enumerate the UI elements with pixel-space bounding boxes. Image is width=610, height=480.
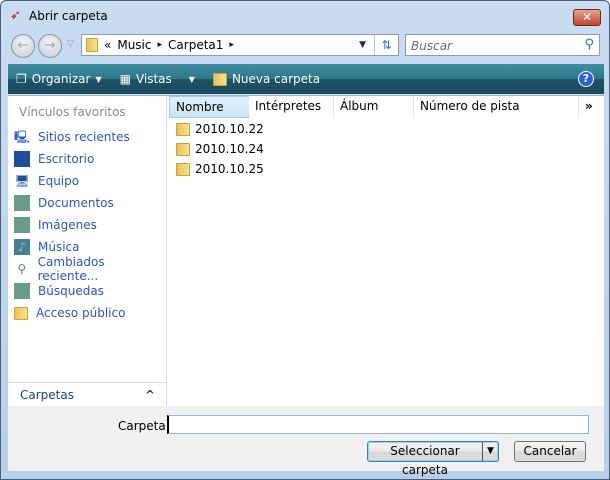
folder-label: Carpeta:	[118, 419, 170, 433]
new-folder-icon	[212, 72, 227, 86]
recently-changed-icon: ⚲	[17, 262, 27, 276]
refresh-icon[interactable]: ⇅	[374, 35, 398, 55]
sidebar-item-recently-changed[interactable]: ⚲ Cambiados reciente...	[14, 255, 166, 283]
sidebar-item-pictures[interactable]: Imágenes	[14, 215, 97, 235]
sidebar-item-desktop[interactable]: Escritorio	[14, 149, 94, 169]
desktop-icon	[14, 151, 30, 167]
recent-places-icon: 🖳	[14, 130, 31, 144]
sidebar-item-searches[interactable]: Búsquedas	[14, 281, 104, 301]
list-item[interactable]: 2010.10.22	[176, 119, 264, 139]
folder-input[interactable]	[167, 415, 589, 434]
search-icon[interactable]: ⚲	[584, 37, 594, 52]
sidebar-item-music[interactable]: ♪ Música	[14, 237, 80, 257]
file-list: Nombre Intérpretes Álbum Número de pista…	[168, 96, 604, 407]
recent-pages-dropdown[interactable]: ▽	[67, 39, 74, 49]
column-album[interactable]: Álbum	[334, 96, 414, 118]
toolbar: ❐ Organizar ▼ ▦ Vistas ▼ Nueva carpeta ?	[8, 64, 604, 94]
app-icon: ➶	[10, 8, 21, 23]
music-icon: ♪	[14, 239, 30, 255]
dialog-window: ➶ Abrir carpeta ✕ ← → ▽ « Music ▸ Carpet…	[0, 0, 610, 480]
folder-icon	[176, 122, 190, 136]
public-folder-icon	[14, 306, 28, 320]
views-icon: ▦	[119, 72, 131, 86]
list-item[interactable]: 2010.10.25	[176, 159, 264, 179]
column-track-number[interactable]: Número de pista	[414, 96, 579, 118]
cancel-button[interactable]: Cancelar	[514, 441, 586, 462]
chevron-up-icon: ^	[144, 388, 155, 402]
breadcrumb-separator[interactable]: ▸	[158, 40, 163, 50]
column-name[interactable]: Nombre	[169, 96, 250, 118]
window-title: Abrir carpeta	[29, 9, 108, 23]
close-button[interactable]: ✕	[573, 9, 601, 26]
more-columns-button[interactable]: »	[579, 96, 604, 118]
sidebar-item-computer[interactable]: 🖥 Equipo	[14, 171, 79, 191]
navigation-pane: Vínculos favoritos 🖳 Sitios recientes Esc…	[8, 96, 167, 407]
back-button[interactable]: ←	[11, 34, 35, 58]
breadcrumb-music[interactable]: Music	[117, 38, 151, 52]
column-artists[interactable]: Intérpretes	[249, 96, 334, 118]
sidebar-item-recent[interactable]: 🖳 Sitios recientes	[14, 127, 130, 147]
search-input[interactable]: Buscar ⚲	[405, 34, 600, 56]
sidebar-item-documents[interactable]: Documentos	[14, 193, 114, 213]
searches-icon	[14, 283, 30, 299]
computer-icon: 🖥	[14, 174, 30, 188]
breadcrumb-carpeta1[interactable]: Carpeta1	[168, 38, 223, 52]
folder-icon	[176, 162, 190, 176]
help-icon[interactable]: ?	[578, 71, 594, 87]
forward-button[interactable]: →	[38, 34, 62, 58]
breadcrumb-overflow[interactable]: «	[104, 38, 111, 52]
select-folder-button[interactable]: Seleccionar carpeta ▼	[367, 441, 499, 477]
views-button[interactable]: ▦ Vistas ▼	[120, 72, 195, 86]
organize-icon: ❐	[16, 72, 27, 86]
address-dropdown-icon[interactable]: ▼	[359, 40, 366, 50]
organize-button[interactable]: ❐ Organizar ▼	[16, 72, 102, 86]
chevron-down-icon: ▼	[482, 442, 498, 461]
favorites-title: Vínculos favoritos	[19, 105, 126, 119]
address-bar[interactable]: « Music ▸ Carpeta1 ▸ ▼ ⇅	[81, 34, 399, 56]
breadcrumb-separator[interactable]: ▸	[229, 40, 234, 50]
documents-icon	[14, 195, 30, 211]
sidebar-item-public[interactable]: Acceso público	[14, 303, 125, 323]
pictures-icon	[14, 217, 30, 233]
folder-icon	[176, 142, 190, 156]
folder-icon	[86, 38, 98, 52]
list-item[interactable]: 2010.10.24	[176, 139, 264, 159]
new-folder-button[interactable]: Nueva carpeta	[212, 72, 320, 86]
folders-toggle[interactable]: Carpetas ^	[8, 382, 167, 407]
